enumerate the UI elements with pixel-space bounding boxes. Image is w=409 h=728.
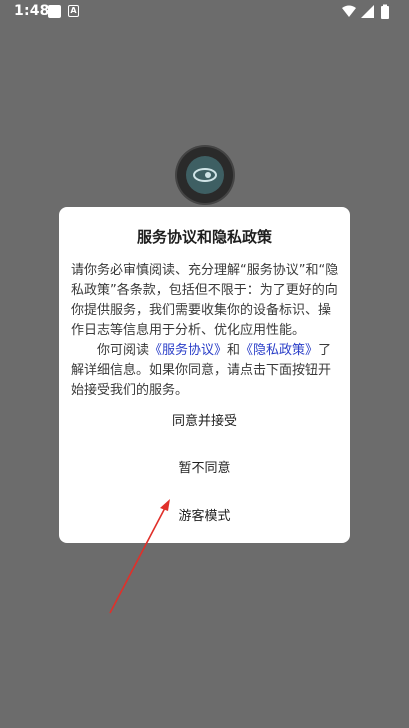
dialog-paragraph-2: 你可阅读《服务协议》和《隐私政策》了解详细信息。如果你同意，请点击下面按钮开始接… — [71, 341, 341, 401]
status-icons — [341, 4, 399, 20]
wifi-icon — [342, 5, 356, 17]
privacy-dialog: 服务协议和隐私政策 请你务必审慎阅读、充分理解“服务协议”和“隐私政策”各条款，… — [59, 207, 350, 543]
dialog-title: 服务协议和隐私政策 — [136, 228, 272, 246]
app-logo-icon — [177, 147, 233, 203]
logo-inner — [186, 156, 224, 194]
service-agreement-link[interactable]: 《服务协议》 — [149, 343, 227, 358]
notification-icon — [48, 5, 61, 18]
conjunction-text: 和 — [227, 343, 241, 358]
status-time: 1:48 — [14, 3, 50, 19]
guest-mode-button[interactable]: 游客模式 — [59, 505, 350, 524]
privacy-policy-link[interactable]: 《隐私政策》 — [240, 343, 318, 358]
accept-button[interactable]: 同意并接受 — [59, 410, 350, 429]
dialog-paragraph-1: 请你务必审慎阅读、充分理解“服务协议”和“隐私政策”各条款，包括但不限于：为了更… — [71, 263, 339, 338]
decline-button[interactable]: 暂不同意 — [59, 457, 350, 476]
status-bar: 1:48 A — [0, 0, 409, 24]
dialog-body: 请你务必审慎阅读、充分理解“服务协议”和“隐私政策”各条款，包括但不限于：为了更… — [71, 261, 341, 401]
signal-icon — [361, 5, 374, 18]
paragraph2-prefix: 你可阅读 — [97, 343, 150, 358]
accessibility-icon: A — [68, 5, 79, 17]
battery-icon — [381, 4, 389, 19]
